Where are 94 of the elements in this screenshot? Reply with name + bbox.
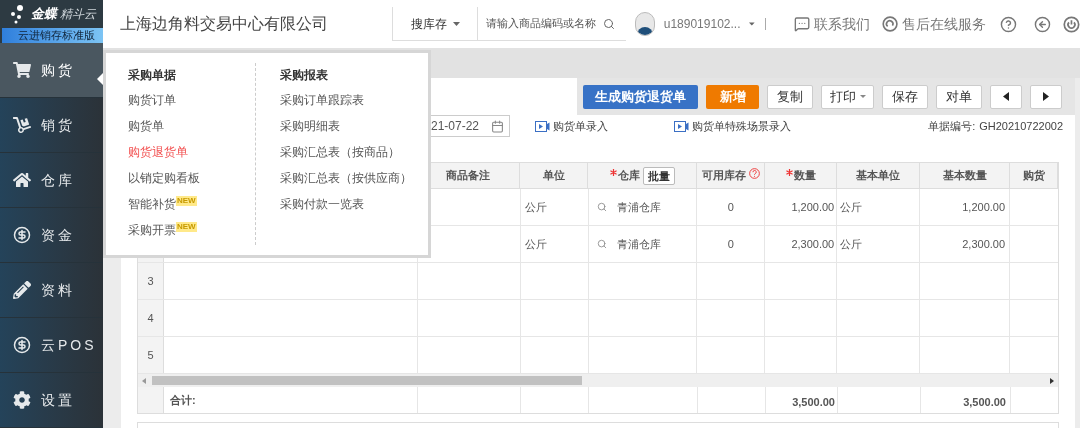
contact-link[interactable]: 联系我们	[814, 13, 871, 35]
table-cell-text: 青浦仓库	[616, 236, 661, 252]
batch-button[interactable]: 批量	[642, 166, 675, 185]
document-number: GH20210722002	[979, 118, 1063, 134]
video-icon	[535, 120, 550, 132]
table-cell-text: 2,300.00	[962, 236, 1006, 252]
dollar-icon	[13, 336, 31, 354]
nav-item[interactable]: 资金	[0, 208, 103, 263]
row-number-cell: 5	[138, 337, 164, 373]
dolly-icon	[13, 116, 31, 134]
menu-item[interactable]: 采购汇总表（按商品）	[280, 144, 400, 162]
document-number-label: 单据编号:	[928, 118, 976, 134]
total-base-quantity: 3,500.00	[963, 394, 1006, 410]
menu-item[interactable]: 采购明细表	[280, 118, 340, 136]
menu-item[interactable]: 购货退货单	[128, 144, 188, 162]
total-quantity: 3,500.00	[792, 394, 835, 410]
column-header: 单位	[520, 163, 588, 188]
nav-item[interactable]: 销货	[0, 98, 103, 153]
table-cell-text: 2,300.00	[791, 236, 835, 252]
house-icon	[13, 171, 31, 189]
table-cell-text: 0	[727, 236, 734, 252]
video-icon	[674, 120, 689, 132]
search-scope-dropdown[interactable]: 搜库存	[393, 7, 478, 40]
cart-icon	[13, 61, 31, 79]
search-field[interactable]: 请输入商品编码或名称	[486, 15, 602, 32]
menu-item[interactable]: 以销定购看板	[128, 170, 200, 188]
toolbar-button[interactable]: 对单	[936, 84, 982, 109]
table-cell-text: 青浦仓库	[616, 199, 661, 215]
column-header: 可用库存	[697, 163, 765, 188]
help-icon[interactable]	[748, 168, 760, 179]
print-button[interactable]: 打印	[821, 84, 874, 109]
toolbar-button[interactable]: 保存	[882, 84, 928, 109]
menu-item[interactable]: 采购开票	[128, 222, 176, 240]
table-cell-text: 公斤	[524, 236, 547, 252]
table-cell-text: 1,200.00	[962, 199, 1006, 215]
calendar-icon	[491, 119, 504, 133]
right-triangle-icon	[1043, 92, 1049, 101]
pencil-icon	[13, 281, 31, 299]
caret-icon	[859, 95, 866, 98]
previous-button[interactable]	[990, 84, 1022, 109]
menu-group-title: 采购报表	[280, 67, 329, 83]
table-cell-text: 公斤	[524, 199, 547, 215]
dollar-icon	[13, 226, 31, 244]
row-number-cell: 3	[138, 263, 164, 299]
row-number-cell: 4	[138, 300, 164, 336]
left-triangle-icon	[1003, 92, 1009, 101]
menu-item[interactable]: 采购订单跟踪表	[280, 92, 364, 110]
column-header: 基本单位	[837, 163, 920, 188]
menu-item[interactable]: 采购付款一览表	[280, 196, 364, 214]
generate-return-button[interactable]: 生成购货退货单	[583, 84, 698, 109]
menu-item[interactable]: 购货订单	[128, 92, 176, 110]
video-link[interactable]: 购货单录入	[553, 117, 608, 135]
chat-icon	[793, 14, 811, 34]
nav-item[interactable]: 云POS	[0, 318, 103, 373]
brand-name: 金蝶	[31, 5, 57, 24]
table-cell-text: 公斤	[840, 236, 863, 252]
search-icon[interactable]	[596, 239, 607, 249]
support-link[interactable]: 售后在线服务	[902, 13, 987, 35]
column-header: 购货	[1010, 163, 1058, 188]
nav-item[interactable]: 设置	[0, 373, 103, 428]
menu-item[interactable]: 采购汇总表（按供应商）	[280, 170, 412, 188]
product-name: 精斗云	[60, 6, 96, 23]
menu-item[interactable]: 购货单	[128, 118, 164, 136]
edition-badge: 云进销存标准版	[2, 28, 103, 43]
menu-item[interactable]: 智能补货	[128, 196, 176, 214]
scrollbar-thumb[interactable]	[152, 376, 582, 385]
column-header: 数量	[765, 163, 837, 188]
table-cell-text: 公斤	[840, 199, 863, 215]
caret-icon	[749, 22, 756, 26]
new-badge: NEW	[176, 222, 197, 232]
video-link[interactable]: 购货单特殊场景录入	[692, 117, 791, 135]
headset-icon	[882, 14, 899, 34]
nav-item[interactable]: 仓库	[0, 153, 103, 208]
search-icon[interactable]	[596, 202, 607, 212]
company-name: 上海边角料交易中心有限公司	[120, 14, 328, 34]
user-name[interactable]: u189019102...	[663, 15, 741, 33]
new-badge: NEW	[176, 196, 197, 206]
scroll-right-icon[interactable]	[1050, 377, 1054, 384]
table-cell-text: 1,200.00	[791, 199, 835, 215]
search-icon	[603, 17, 615, 30]
table-cell-text: 0	[727, 199, 734, 215]
nav-item[interactable]: 购货	[0, 43, 103, 98]
power-icon[interactable]	[1063, 13, 1080, 35]
scroll-left-icon[interactable]	[142, 377, 146, 384]
next-button[interactable]	[1030, 84, 1062, 109]
nav-item[interactable]: 资料	[0, 263, 103, 318]
caret-icon	[452, 21, 460, 26]
column-header: 仓库 批量	[588, 163, 697, 188]
toolbar-button[interactable]: 复制	[767, 84, 813, 109]
total-label: 合计:	[170, 392, 196, 408]
settings-icon	[13, 391, 31, 409]
menu-group-title: 采购单据	[128, 67, 177, 83]
column-header: 基本数量	[920, 163, 1010, 188]
avatar[interactable]	[635, 12, 655, 36]
